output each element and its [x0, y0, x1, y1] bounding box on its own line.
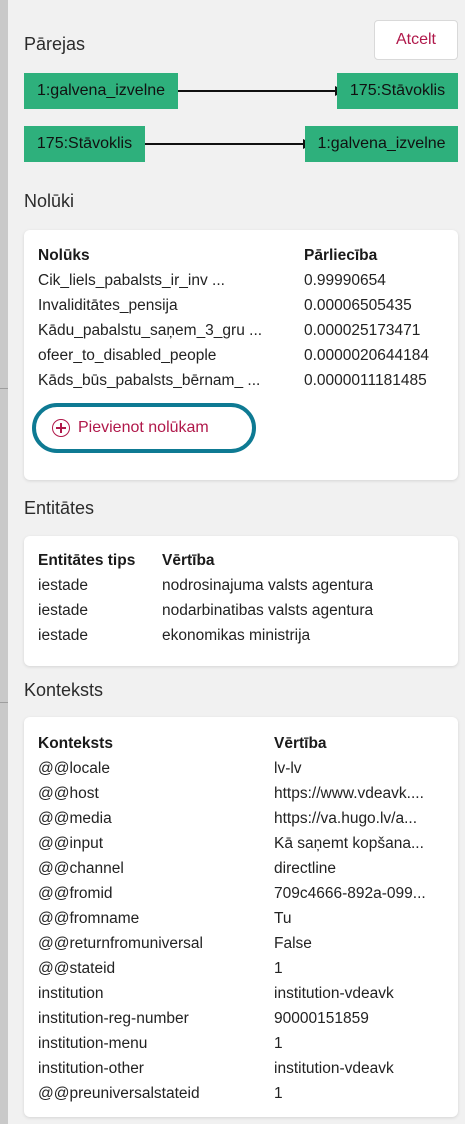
intents-card: Nolūks Pārliecība Cik_liels_pabalsts_ir_… — [24, 230, 458, 480]
entity-value: nodarbinatibas valsts agentura — [162, 602, 374, 619]
intent-confidence: 0.99990654 — [304, 272, 386, 289]
intent-name[interactable]: Invaliditātes_pensija — [38, 297, 178, 315]
state-node[interactable]: 175:Stāvoklis — [337, 73, 458, 109]
context-key: @@media — [38, 810, 112, 827]
entity-value: ekonomikas ministrija — [162, 627, 311, 644]
context-key: @@host — [38, 785, 99, 802]
context-key: institution-reg-number — [38, 1010, 189, 1027]
intent-name[interactable]: Kādu_pabalstu_saņem_3_gru ... — [38, 322, 262, 340]
cancel-button[interactable]: Atcelt — [374, 20, 458, 60]
entity-value-column-header: Vērtība — [162, 552, 215, 569]
entities-card: Entitātes tips Vērtība iestade nodrosina… — [24, 536, 458, 666]
context-value: Kā saņemt kopšana... — [274, 835, 424, 852]
intent-name[interactable]: Cik_liels_pabalsts_ir_inv ... — [38, 272, 225, 290]
background-divider — [0, 388, 8, 389]
intent-name[interactable]: ofeer_to_disabled_people — [38, 347, 216, 365]
context-value: Tu — [274, 910, 292, 927]
intent-confidence: 0.00006505435 — [304, 297, 412, 314]
intent-name[interactable]: Kāds_būs_pabalsts_bērnam_ ... — [38, 372, 260, 390]
context-value-column-header: Vērtība — [274, 735, 327, 752]
intent-confidence: 0.000025173471 — [304, 322, 421, 339]
context-value: https://www.vdeavk.... — [274, 785, 424, 802]
entity-type: iestade — [38, 602, 88, 619]
context-key: institution — [38, 985, 104, 1002]
context-value: institution-vdeavk — [274, 985, 394, 1002]
context-value: https://va.hugo.lv/a... — [274, 810, 418, 827]
entities-title: Entitātes — [24, 498, 95, 518]
state-node[interactable]: 1:galvena_izvelne — [305, 126, 458, 162]
transitions-title: Pārejas — [24, 34, 86, 54]
context-key: @@fromid — [38, 885, 113, 902]
state-node[interactable]: 1:galvena_izvelne — [24, 73, 178, 109]
context-key: @@stateid — [38, 960, 116, 977]
entity-type: iestade — [38, 627, 88, 644]
transition-arrow-line — [145, 143, 305, 145]
state-node[interactable]: 175:Stāvoklis — [24, 126, 145, 162]
context-value: 1 — [274, 960, 283, 977]
debug-panel: Pārejas Atcelt 1:galvena_izvelne 175:Stā… — [8, 0, 465, 1124]
context-key-column-header: Konteksts — [38, 735, 113, 752]
intent-column-header: Nolūks — [38, 247, 90, 264]
context-value: False — [274, 935, 312, 952]
entity-type: iestade — [38, 577, 88, 594]
context-title: Konteksts — [24, 680, 104, 700]
background-divider — [0, 702, 8, 703]
context-value: 1 — [274, 1035, 283, 1052]
context-key: institution-menu — [38, 1035, 148, 1052]
context-value: lv-lv — [274, 760, 302, 777]
context-value: directline — [274, 860, 337, 877]
context-value: 90000151859 — [274, 1010, 369, 1027]
transition-arrow-line — [178, 90, 336, 92]
context-key: @@fromname — [38, 910, 140, 927]
add-intent-label: Pievienot nolūkam — [78, 419, 209, 436]
intent-confidence: 0.0000011181485 — [304, 372, 427, 389]
context-value: 1 — [274, 1085, 283, 1102]
context-value: institution-vdeavk — [274, 1060, 394, 1077]
context-key: @@locale — [38, 760, 110, 777]
context-key: @@input — [38, 835, 104, 852]
entity-value: nodrosinajuma valsts agentura — [162, 577, 374, 594]
intent-confidence: 0.0000020644184 — [304, 347, 429, 364]
context-key: @@preuniversalstateid — [38, 1085, 200, 1102]
context-value: 709c4666-892a-099... — [274, 885, 426, 902]
intents-title: Nolūki — [24, 191, 75, 211]
context-key: institution-other — [38, 1060, 144, 1077]
context-key: @@channel — [38, 860, 124, 877]
entity-type-column-header: Entitātes tips — [38, 552, 136, 569]
add-circle-icon — [52, 419, 70, 437]
context-card: Konteksts Vērtība @@locale lv-lv @@host … — [24, 717, 458, 1117]
context-key: @@returnfromuniversal — [38, 935, 203, 952]
confidence-column-header: Pārliecība — [304, 247, 378, 264]
add-intent-button[interactable]: Pievienot nolūkam — [32, 403, 256, 453]
